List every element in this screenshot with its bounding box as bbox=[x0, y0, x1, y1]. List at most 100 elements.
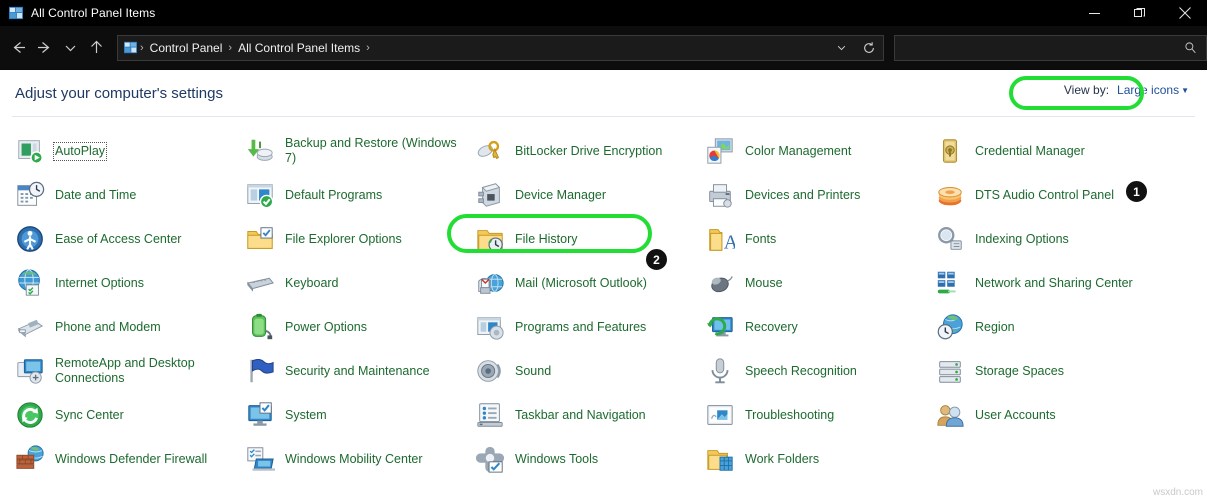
recent-locations-button[interactable] bbox=[58, 33, 84, 63]
mobility-center-icon bbox=[244, 443, 276, 475]
programs-features-icon bbox=[474, 311, 506, 343]
sync-center-label: Sync Center bbox=[55, 407, 124, 422]
watermark: wsxdn.com bbox=[1152, 487, 1203, 498]
work-folders-item[interactable]: Work Folders bbox=[704, 437, 934, 481]
devices-and-printers-item[interactable]: Devices and Printers bbox=[704, 173, 934, 217]
work-folders-icon bbox=[704, 443, 736, 475]
breadcrumb-control-panel[interactable]: Control Panel bbox=[145, 41, 228, 55]
view-by-control[interactable]: View by: Large icons ▼ bbox=[1064, 83, 1189, 97]
security-and-maintenance-label: Security and Maintenance bbox=[285, 363, 430, 378]
close-button[interactable] bbox=[1162, 0, 1207, 26]
color-management-item[interactable]: Color Management bbox=[704, 129, 934, 173]
control-panel-items-grid: AutoPlay Backup and Restore (Windows 7) Bi… bbox=[0, 117, 1207, 481]
taskbar-and-navigation-label: Taskbar and Navigation bbox=[515, 407, 646, 422]
credential-manager-label: Credential Manager bbox=[975, 143, 1085, 158]
file-history-label: File History bbox=[515, 231, 578, 246]
storage-spaces-item[interactable]: Storage Spaces bbox=[934, 349, 1164, 393]
refresh-icon[interactable] bbox=[855, 36, 883, 60]
windows-mobility-center-item[interactable]: Windows Mobility Center bbox=[244, 437, 474, 481]
maximize-button[interactable] bbox=[1117, 0, 1162, 26]
indexing-options-item[interactable]: Indexing Options bbox=[934, 217, 1164, 261]
power-options-item[interactable]: Power Options bbox=[244, 305, 474, 349]
view-by-dropdown[interactable]: Large icons ▼ bbox=[1117, 83, 1189, 97]
system-icon bbox=[244, 399, 276, 431]
mail-icon bbox=[474, 267, 506, 299]
date-and-time-label: Date and Time bbox=[55, 187, 137, 202]
breadcrumb-all-control-panel-items[interactable]: All Control Panel Items bbox=[233, 41, 365, 55]
sound-icon bbox=[474, 355, 506, 387]
internet-options-item[interactable]: Internet Options bbox=[14, 261, 244, 305]
keyboard-label: Keyboard bbox=[285, 275, 339, 290]
autoplay-item[interactable]: AutoPlay bbox=[14, 129, 244, 173]
troubleshooting-icon bbox=[704, 399, 736, 431]
backup-and-restore-windows-7-item[interactable]: Backup and Restore (Windows 7) bbox=[244, 129, 474, 173]
mouse-icon bbox=[704, 267, 736, 299]
troubleshooting-item[interactable]: Troubleshooting bbox=[704, 393, 934, 437]
chevron-down-icon[interactable] bbox=[827, 36, 855, 60]
windows-tools-item[interactable]: Windows Tools bbox=[474, 437, 704, 481]
forward-button[interactable] bbox=[32, 33, 58, 63]
system-item[interactable]: System bbox=[244, 393, 474, 437]
user-accounts-label: User Accounts bbox=[975, 407, 1056, 422]
back-button[interactable] bbox=[6, 33, 32, 63]
autoplay-label: AutoPlay bbox=[52, 141, 108, 161]
bitlocker-drive-encryption-item[interactable]: BitLocker Drive Encryption bbox=[474, 129, 704, 173]
default-programs-item[interactable]: Default Programs bbox=[244, 173, 474, 217]
search-icon bbox=[1184, 41, 1206, 54]
devices-and-printers-label: Devices and Printers bbox=[745, 187, 861, 202]
mail-microsoft-outlook-item[interactable]: Mail (Microsoft Outlook) bbox=[474, 261, 704, 305]
devices-printers-icon bbox=[704, 179, 736, 211]
search-box[interactable] bbox=[894, 34, 1207, 61]
recovery-item[interactable]: Recovery bbox=[704, 305, 934, 349]
sound-label: Sound bbox=[515, 363, 552, 378]
date-and-time-item[interactable]: Date and Time bbox=[14, 173, 244, 217]
ease-of-access-center-item[interactable]: Ease of Access Center bbox=[14, 217, 244, 261]
dts-audio-icon bbox=[934, 179, 966, 211]
headline-row: Adjust your computer's settings View by:… bbox=[0, 70, 1207, 116]
window-controls bbox=[1072, 0, 1207, 26]
mouse-item[interactable]: Mouse bbox=[704, 261, 934, 305]
keyboard-item[interactable]: Keyboard bbox=[244, 261, 474, 305]
minimize-button[interactable] bbox=[1072, 0, 1117, 26]
region-item[interactable]: Region bbox=[934, 305, 1164, 349]
remoteapp-and-desktop-connections-item[interactable]: RemoteApp and Desktop Connections bbox=[14, 349, 244, 393]
storage-spaces-label: Storage Spaces bbox=[975, 363, 1064, 378]
credential-manager-item[interactable]: Credential Manager bbox=[934, 129, 1164, 173]
network-and-sharing-center-label: Network and Sharing Center bbox=[975, 275, 1133, 290]
user-accounts-item[interactable]: User Accounts bbox=[934, 393, 1164, 437]
taskbar-and-navigation-item[interactable]: Taskbar and Navigation bbox=[474, 393, 704, 437]
default-programs-label: Default Programs bbox=[285, 187, 383, 202]
phone-and-modem-item[interactable]: Phone and Modem bbox=[14, 305, 244, 349]
fonts-item[interactable]: A Fonts bbox=[704, 217, 934, 261]
user-accounts-icon bbox=[934, 399, 966, 431]
indexing-options-icon bbox=[934, 223, 966, 255]
file-explorer-options-item[interactable]: File Explorer Options bbox=[244, 217, 474, 261]
network-and-sharing-center-item[interactable]: Network and Sharing Center bbox=[934, 261, 1164, 305]
programs-and-features-item[interactable]: Programs and Features bbox=[474, 305, 704, 349]
power-options-icon bbox=[244, 311, 276, 343]
speech-recognition-icon bbox=[704, 355, 736, 387]
credential-manager-icon bbox=[934, 135, 966, 167]
device-manager-item[interactable]: Device Manager bbox=[474, 173, 704, 217]
file-explorer-options-icon bbox=[244, 223, 276, 255]
keyboard-icon bbox=[244, 267, 276, 299]
address-bar-buttons bbox=[827, 36, 883, 60]
ease-of-access-icon bbox=[14, 223, 46, 255]
up-button[interactable] bbox=[83, 33, 109, 63]
speech-recognition-item[interactable]: Speech Recognition bbox=[704, 349, 934, 393]
file-explorer-options-label: File Explorer Options bbox=[285, 231, 402, 246]
phone-and-modem-label: Phone and Modem bbox=[55, 319, 161, 334]
view-by-label: View by: bbox=[1063, 83, 1110, 97]
sound-item[interactable]: Sound bbox=[474, 349, 704, 393]
file-history-item[interactable]: File History bbox=[474, 217, 704, 261]
sync-center-item[interactable]: Sync Center bbox=[14, 393, 244, 437]
security-and-maintenance-item[interactable]: Security and Maintenance bbox=[244, 349, 474, 393]
search-input[interactable] bbox=[895, 40, 1184, 55]
security-maintenance-icon bbox=[244, 355, 276, 387]
windows-defender-firewall-item[interactable]: Windows Defender Firewall bbox=[14, 437, 244, 481]
dts-audio-control-panel-item[interactable]: DTS Audio Control Panel bbox=[934, 173, 1164, 217]
fonts-label: Fonts bbox=[745, 231, 777, 246]
region-label: Region bbox=[975, 319, 1015, 334]
troubleshooting-label: Troubleshooting bbox=[745, 407, 835, 422]
address-bar[interactable]: › Control Panel › All Control Panel Item… bbox=[117, 34, 884, 61]
